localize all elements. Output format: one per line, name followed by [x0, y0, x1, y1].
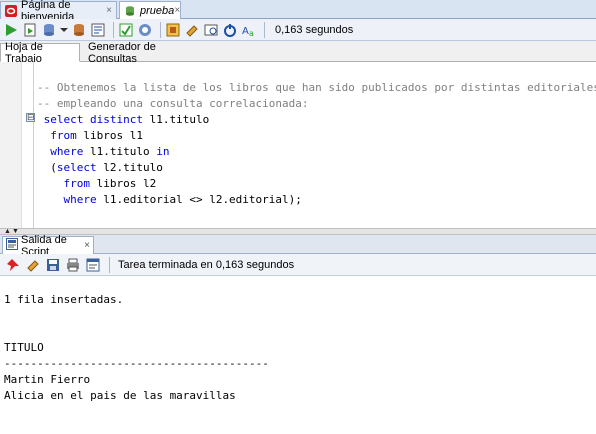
database-connection-icon	[124, 5, 136, 17]
close-icon[interactable]: ×	[174, 5, 180, 16]
document-tab-bar: Página de bienvenida × prueba ×	[0, 0, 596, 23]
output-tab-bar: Salida de Script ×	[0, 234, 596, 258]
code-token: -- empleando una consulta correlacionada…	[37, 97, 309, 110]
task-status-text: Tarea terminada en 0,163 segundos	[118, 258, 295, 271]
close-icon[interactable]: ×	[106, 5, 112, 16]
execution-time-label: 0,163 segundos	[275, 23, 354, 36]
explain-plan-icon[interactable]	[90, 22, 106, 38]
autotrace-icon[interactable]	[118, 22, 134, 38]
toolbar-separator	[160, 21, 161, 38]
pin-icon[interactable]	[5, 257, 21, 273]
output-line: Martin Fierro	[4, 373, 91, 386]
fold-collapse-icon[interactable]: ⊟	[26, 113, 35, 122]
tab-prueba-worksheet[interactable]: prueba ×	[119, 1, 181, 19]
code-token: l1.titulo	[142, 113, 210, 126]
code-token: in	[156, 145, 170, 158]
code-token: libros l1	[76, 129, 143, 142]
code-token: from	[37, 177, 90, 190]
toolbar-separator	[113, 21, 114, 38]
code-line[interactable]: where l1.editorial <> l2.editorial);	[37, 192, 596, 208]
close-icon[interactable]: ×	[84, 240, 90, 251]
code-line[interactable]: where l1.titulo in	[37, 144, 596, 160]
code-token: (	[37, 161, 57, 174]
connection-icon[interactable]	[222, 22, 238, 38]
code-token: l2.titulo	[96, 161, 163, 174]
script-output-icon	[6, 238, 18, 253]
eraser-icon[interactable]	[25, 257, 41, 273]
tab-prueba-label: prueba	[140, 4, 175, 17]
dropdown-arrow-icon[interactable]	[60, 22, 68, 38]
code-token: where	[37, 193, 97, 206]
eraser-icon[interactable]	[184, 22, 200, 38]
output-line: Alicia en el pais de las maravillas	[4, 389, 236, 402]
tab-welcome-page[interactable]: Página de bienvenida ×	[0, 0, 117, 23]
code-line[interactable]: from libros l1	[37, 128, 596, 144]
code-line[interactable]: from libros l2	[37, 176, 596, 192]
toolbar-separator	[109, 256, 110, 273]
code-line[interactable]: -- Obtenemos la lista de los libros que …	[37, 80, 596, 96]
commit-icon[interactable]	[41, 22, 57, 38]
output-window-icon[interactable]	[85, 257, 101, 273]
code-token: -- Obtenemos la lista de los libros que …	[37, 81, 596, 94]
toolbar-separator	[264, 21, 265, 38]
rollback-icon[interactable]	[71, 22, 87, 38]
format-icon[interactable]: Aa	[241, 22, 257, 38]
code-token: select distinct	[37, 113, 143, 126]
code-line[interactable]: select distinct l1.titulo	[37, 112, 596, 128]
code-line[interactable]: -- empleando una consulta correlacionada…	[37, 96, 596, 112]
tab-worksheet[interactable]: Hoja de Trabajo	[0, 41, 80, 65]
tab-script-output[interactable]: Salida de Script ×	[2, 234, 94, 258]
print-icon[interactable]	[65, 257, 81, 273]
oracle-logo-icon	[5, 4, 17, 17]
splitter-up-arrow-icon[interactable]: ▲	[4, 228, 11, 235]
save-icon[interactable]	[45, 257, 61, 273]
output-line: TITULO	[4, 341, 44, 354]
output-line: ----------------------------------------	[4, 357, 269, 370]
code-token: libros l2	[89, 177, 157, 190]
output-toolbar: Tarea terminada en 0,163 segundos	[0, 254, 596, 276]
output-line: 1 fila insertadas.	[4, 293, 124, 306]
sql-tuning-icon[interactable]	[165, 22, 181, 38]
sql-code[interactable]: -- Obtenemos la lista de los libros que …	[37, 80, 596, 208]
script-output-text: 1 fila insertadas. TITULO ----------------…	[4, 292, 269, 404]
code-token: l1.editorial <> l2.editorial);	[96, 193, 302, 206]
svg-text:a: a	[249, 29, 254, 37]
editor-gutter	[0, 62, 22, 228]
clear-icon[interactable]	[137, 22, 153, 38]
worksheet-subtab-bar: Hoja de Trabajo Generador de Consultas	[0, 41, 596, 65]
panel-splitter[interactable]: ▲ ▼	[0, 228, 596, 235]
sql-history-icon[interactable]	[203, 22, 219, 38]
splitter-down-arrow-icon[interactable]: ▼	[12, 228, 19, 235]
code-token: from	[37, 129, 77, 142]
code-token: where	[37, 145, 84, 158]
sql-editor[interactable]: ⊟ -- Obtenemos la lista de los libros qu…	[0, 62, 596, 228]
worksheet-toolbar: Aa 0,163 segundos	[0, 19, 596, 41]
run-statement-icon[interactable]	[3, 22, 19, 38]
code-token: select	[56, 161, 97, 174]
code-line[interactable]: (select l2.titulo	[37, 160, 596, 176]
fold-margin-line	[33, 62, 34, 228]
code-token: l1.titulo	[83, 145, 157, 158]
tab-query-builder[interactable]: Generador de Consultas	[84, 41, 194, 65]
svg-text:A: A	[242, 26, 249, 37]
run-script-icon[interactable]	[22, 22, 38, 38]
